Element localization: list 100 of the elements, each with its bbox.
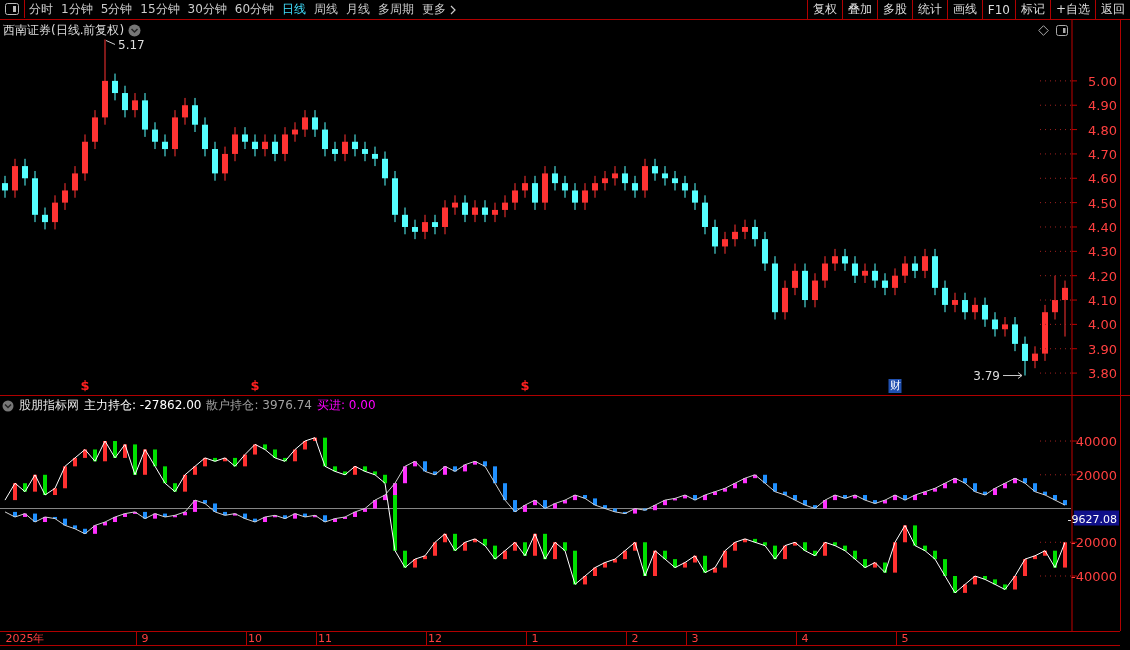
candlestick: [712, 219, 718, 255]
diamond-icon[interactable]: [1038, 25, 1049, 36]
candlestick: [572, 182, 578, 211]
toolbar-button[interactable]: 统计: [911, 0, 947, 19]
more-menu[interactable]: 更多: [418, 0, 461, 19]
toolbar-button[interactable]: 标记: [1014, 0, 1050, 19]
high-price-label: 5.17: [118, 38, 145, 53]
period-tab[interactable]: 日线: [278, 0, 311, 19]
candlestick: [142, 92, 148, 138]
candlestick: [982, 297, 988, 328]
candlestick: [392, 170, 398, 223]
candlestick: [942, 280, 948, 313]
candlestick: [72, 165, 78, 199]
period-tab[interactable]: 1分钟: [57, 0, 97, 19]
candlestick: [422, 214, 428, 240]
candlestick: [842, 248, 848, 272]
candlestick: [32, 170, 38, 223]
candlestick: [972, 297, 978, 320]
axis-label: 3.90: [1088, 341, 1117, 357]
candlestick: [482, 199, 488, 223]
candlestick: [902, 255, 908, 284]
candlestick: [772, 255, 778, 320]
candlestick: [332, 141, 338, 162]
candlestick: [802, 263, 808, 308]
candlestick: [82, 133, 88, 182]
period-tab[interactable]: 周线: [310, 0, 343, 19]
axis-label: 4.90: [1088, 98, 1117, 114]
candlestick: [232, 126, 238, 162]
candlestick: [242, 126, 248, 150]
candlestick: [22, 158, 28, 187]
indicator-name: 股朋指标网: [19, 397, 79, 414]
panel-toggle-icon[interactable]: [1056, 25, 1068, 36]
axis-label: 4.10: [1088, 293, 1117, 309]
toolbar-button[interactable]: 多股: [876, 0, 912, 19]
candlestick: [1002, 316, 1008, 338]
candlestick: [952, 292, 958, 313]
axis-label: 4.60: [1088, 171, 1117, 187]
candlestick: [252, 133, 258, 157]
candlestick: [502, 194, 508, 218]
report-marker[interactable]: 财: [888, 379, 902, 393]
candlestick: [922, 248, 928, 279]
period-tab[interactable]: 月线: [342, 0, 375, 19]
period-tab[interactable]: 5分钟: [96, 0, 137, 19]
candlestick: [602, 170, 608, 191]
candlestick: [1052, 275, 1058, 320]
dropdown-icon[interactable]: [128, 24, 142, 37]
legend-item: 散户持仓: 3976.74: [206, 397, 312, 414]
candlestick: [342, 133, 348, 162]
candlestick: [792, 263, 798, 296]
axis-label: 4.70: [1088, 146, 1117, 162]
candlestick: [1022, 336, 1028, 376]
candlestick: [192, 97, 198, 133]
toolbar-button[interactable]: 叠加: [841, 0, 877, 19]
dividend-marker[interactable]: $: [520, 379, 530, 393]
toolbar-button[interactable]: F10: [981, 0, 1015, 19]
candlestick: [122, 85, 128, 118]
axis-label: 4.50: [1088, 195, 1117, 211]
candlestick: [442, 199, 448, 235]
candlestick: [722, 231, 728, 255]
candlestick: [682, 175, 688, 199]
candlestick: [182, 97, 188, 126]
candlestick: [202, 116, 208, 157]
dividend-marker[interactable]: $: [80, 379, 90, 393]
period-tab[interactable]: 60分钟: [230, 0, 279, 19]
toolbar-button[interactable]: 画线: [946, 0, 982, 19]
collapse-icon[interactable]: [2, 399, 14, 412]
candlestick: [1062, 280, 1068, 338]
candlestick: [162, 133, 168, 157]
date-label: 2025年: [5, 632, 45, 645]
date-label: 4: [801, 632, 809, 645]
candlestick: [2, 175, 8, 199]
chart-title: 西南证券(日线.前复权): [3, 22, 125, 39]
candlestick: [382, 151, 388, 187]
date-label: 12: [428, 632, 442, 645]
candlestick: [692, 182, 698, 211]
candlestick: [62, 182, 68, 211]
toolbar-button[interactable]: 复权: [806, 0, 842, 19]
candlestick: [292, 121, 298, 143]
candlestick: [512, 182, 518, 211]
toolbar-button[interactable]: +自选: [1049, 0, 1095, 19]
candlestick: [552, 165, 558, 191]
candlestick: [892, 267, 898, 296]
candlestick: [462, 194, 468, 223]
axis-label: -20000: [1070, 535, 1117, 551]
period-tab[interactable]: 30分钟: [183, 0, 231, 19]
toolbar-button[interactable]: 返回: [1095, 0, 1130, 19]
candlestick: [222, 146, 228, 182]
chevron-icon: [450, 4, 457, 15]
candlestick: [1042, 304, 1048, 362]
period-tab[interactable]: 多周期: [374, 0, 419, 19]
candlestick: [822, 255, 828, 289]
axis-label: 5.00: [1088, 73, 1117, 89]
candlestick: [262, 133, 268, 157]
low-price-arrow: [1002, 372, 1023, 379]
dividend-marker[interactable]: $: [250, 379, 260, 393]
period-tab[interactable]: 分时: [25, 0, 57, 19]
candlestick: [212, 141, 218, 182]
period-tab[interactable]: 15分钟: [136, 0, 184, 19]
axis-label: 3.80: [1088, 366, 1117, 382]
candlestick: [372, 146, 378, 167]
